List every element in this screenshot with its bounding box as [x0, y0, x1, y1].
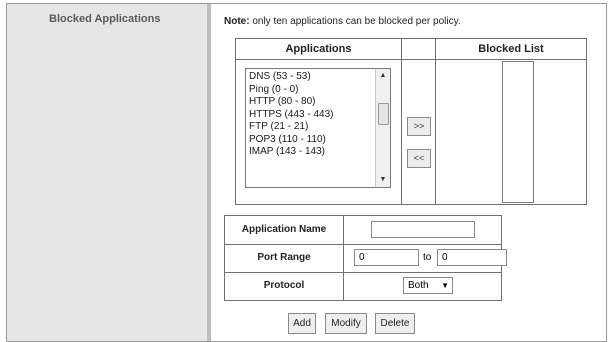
- note-prefix: Note:: [224, 16, 250, 27]
- list-item[interactable]: POP3 (110 - 110): [249, 134, 374, 147]
- note-text: only ten applications can be blocked per…: [249, 16, 461, 27]
- list-item[interactable]: IMAP (143 - 143): [249, 146, 374, 159]
- list-item[interactable]: FTP (21 - 21): [249, 121, 374, 134]
- list-item[interactable]: Ping (0 - 0): [249, 84, 374, 97]
- application-form: Application Name Port Range to Protocol …: [224, 215, 507, 301]
- protocol-select[interactable]: Both ▼: [403, 277, 453, 294]
- applications-header: Applications: [236, 39, 401, 60]
- protocol-label: Protocol: [225, 272, 344, 300]
- blocked-listbox[interactable]: [502, 61, 534, 203]
- app-name-label: Application Name: [225, 216, 344, 244]
- delete-button[interactable]: Delete: [375, 313, 415, 334]
- list-item[interactable]: DNS (53 - 53): [249, 71, 374, 84]
- modify-button[interactable]: Modify: [325, 313, 367, 334]
- add-button[interactable]: Add: [288, 313, 316, 334]
- move-left-button[interactable]: <<: [407, 149, 431, 168]
- port-end-input[interactable]: [437, 249, 507, 266]
- port-start-input[interactable]: [354, 249, 419, 266]
- blocked-list-header: Blocked List: [436, 39, 586, 60]
- scroll-up-icon[interactable]: ▲: [376, 69, 390, 83]
- applications-column: Applications DNS (53 - 53) Ping (0 - 0) …: [236, 39, 402, 204]
- protocol-value: Both: [408, 280, 429, 291]
- list-item[interactable]: HTTP (80 - 80): [249, 96, 374, 109]
- app-name-input[interactable]: [371, 221, 475, 238]
- applications-items: DNS (53 - 53) Ping (0 - 0) HTTP (80 - 80…: [249, 71, 374, 159]
- settings-frame: Blocked Applications Note: only ten appl…: [6, 3, 607, 342]
- label-column: Blocked Applications: [7, 4, 207, 341]
- policy-note: Note: only ten applications can be block…: [224, 16, 461, 27]
- applications-table: Applications DNS (53 - 53) Ping (0 - 0) …: [235, 38, 587, 205]
- content-column: Note: only ten applications can be block…: [211, 4, 606, 341]
- to-label: to: [423, 252, 432, 263]
- applications-scrollbar[interactable]: ▲ ▼: [375, 69, 390, 187]
- move-right-button[interactable]: >>: [407, 117, 431, 136]
- scroll-thumb[interactable]: [378, 103, 389, 125]
- scroll-down-icon[interactable]: ▼: [376, 173, 390, 187]
- move-column-header: [402, 39, 435, 60]
- blocked-column: Blocked List: [436, 39, 586, 204]
- protocol-row: Protocol Both ▼: [225, 272, 501, 300]
- applications-listbox[interactable]: DNS (53 - 53) Ping (0 - 0) HTTP (80 - 80…: [245, 68, 391, 188]
- list-item[interactable]: HTTPS (443 - 443): [249, 109, 374, 122]
- port-range-label: Port Range: [225, 244, 344, 272]
- app-name-row: Application Name: [225, 216, 501, 245]
- port-range-row: Port Range to: [225, 244, 507, 273]
- section-label: Blocked Applications: [49, 13, 161, 25]
- move-column: >> <<: [402, 39, 436, 204]
- dropdown-arrow-icon[interactable]: ▼: [441, 278, 449, 293]
